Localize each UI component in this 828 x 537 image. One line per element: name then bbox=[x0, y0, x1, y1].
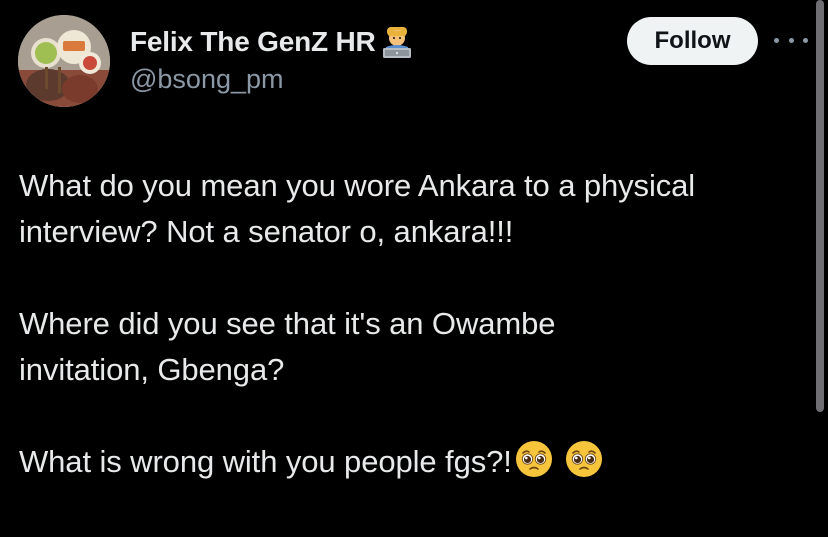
tweet-header: Felix The GenZ HR @bsong_pm bbox=[130, 22, 414, 95]
more-dot bbox=[788, 37, 794, 43]
more-horizontal-icon[interactable] bbox=[774, 28, 808, 52]
paragraph: Where did you see that it's an Owambe in… bbox=[19, 301, 814, 393]
name-row: Felix The GenZ HR bbox=[130, 22, 414, 62]
text-line: invitation, Gbenga? bbox=[19, 352, 285, 387]
more-dot bbox=[774, 37, 779, 43]
text-line: interview? Not a senator o, ankara!!! bbox=[19, 214, 514, 249]
handle[interactable]: @bsong_pm bbox=[130, 64, 414, 95]
scrollbar[interactable] bbox=[816, 0, 824, 412]
display-name[interactable]: Felix The GenZ HR bbox=[130, 26, 376, 58]
tweet-text: What do you mean you wore Ankara to a ph… bbox=[19, 163, 814, 485]
text-line: Where did you see that it's an Owambe bbox=[19, 306, 556, 341]
avatar[interactable] bbox=[18, 15, 110, 107]
pleading-face-icon bbox=[515, 441, 552, 477]
paragraph: What do you mean you wore Ankara to a ph… bbox=[19, 163, 814, 255]
follow-button[interactable]: Follow bbox=[627, 17, 758, 65]
pleading-face-icon bbox=[565, 441, 602, 477]
text-line: What is wrong with you people fgs?! bbox=[19, 444, 512, 479]
technologist-emoji-icon bbox=[382, 27, 411, 58]
tweet: Felix The GenZ HR @bsong_pm Follow What … bbox=[0, 0, 828, 537]
paragraph: What is wrong with you people fgs?! bbox=[19, 439, 814, 485]
more-dot bbox=[803, 37, 808, 43]
text-line: What do you mean you wore Ankara to a ph… bbox=[19, 168, 696, 203]
